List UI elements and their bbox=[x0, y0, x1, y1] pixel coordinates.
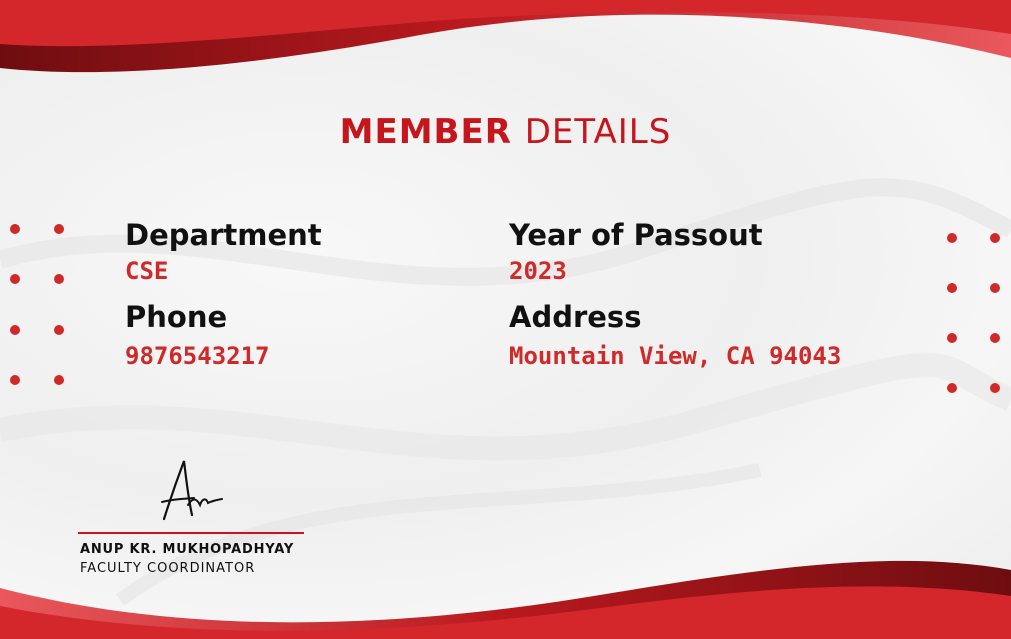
signatory-role: FACULTY COORDINATOR bbox=[80, 561, 256, 576]
address-label: Address bbox=[509, 300, 642, 334]
department-value: CSE bbox=[125, 257, 169, 285]
phone-label: Phone bbox=[125, 300, 228, 334]
year-value: 2023 bbox=[509, 257, 567, 285]
department-label: Department bbox=[125, 218, 322, 252]
year-label: Year of Passout bbox=[509, 218, 763, 252]
title-word-member: MEMBER bbox=[339, 112, 512, 152]
member-card: MEMBER DETAILS Department CSE Phone 9876… bbox=[0, 0, 1011, 639]
title-word-details: DETAILS bbox=[524, 112, 672, 152]
phone-value: 9876543217 bbox=[125, 342, 270, 370]
signatory-name: ANUP KR. MUKHOPADHYAY bbox=[80, 542, 295, 557]
address-value: Mountain View, CA 94043 bbox=[509, 342, 842, 370]
signature-icon bbox=[161, 460, 223, 521]
signature-line bbox=[78, 532, 304, 534]
card-title: MEMBER DETAILS bbox=[0, 112, 1011, 152]
